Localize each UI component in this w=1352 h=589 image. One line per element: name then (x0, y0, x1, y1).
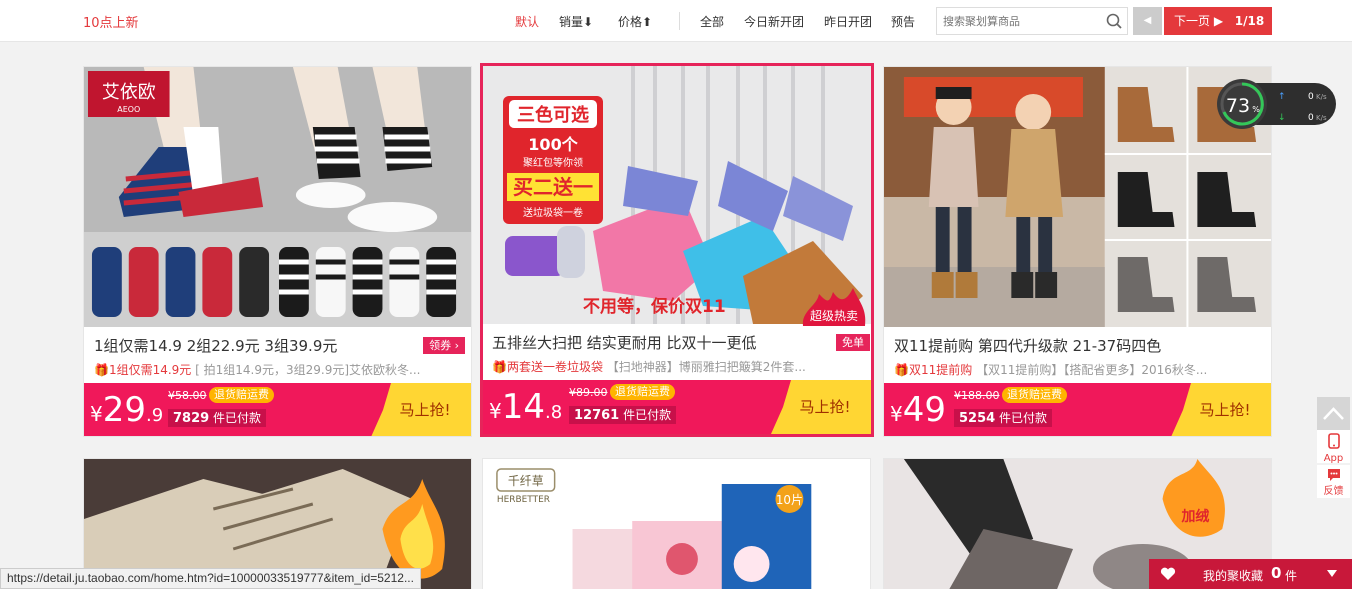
svg-text:0: 0 (1308, 92, 1314, 102)
prev-page-button[interactable]: ◀ (1133, 7, 1162, 35)
feedback-label: 反馈 (1323, 486, 1344, 497)
svg-text:送垃圾袋一卷: 送垃圾袋一卷 (523, 206, 583, 219)
original-price: ¥58.00 (168, 389, 207, 402)
favorites-count: 0 (1271, 564, 1282, 582)
gift-icon: 🎁 (94, 363, 109, 377)
svg-text:↓: ↓ (1278, 113, 1286, 123)
original-price: ¥89.00 (569, 386, 608, 399)
sort-default[interactable]: 默认 (515, 13, 539, 30)
chevron-down-icon[interactable] (1327, 570, 1337, 578)
brand-logo: 千纤草 (508, 474, 544, 488)
favorites-label: 我的聚收藏 (1203, 569, 1264, 583)
next-page-button[interactable]: 下一页 ▶ (1164, 7, 1227, 35)
price-bar: ¥49 ¥188.00 退货赔运费 5254 件已付款 马上抢! (884, 383, 1271, 436)
price: ¥14.8 (489, 387, 563, 427)
phone-icon (1327, 433, 1340, 449)
divider (679, 12, 680, 30)
price: ¥49 (890, 390, 946, 430)
search-input[interactable] (937, 8, 1097, 34)
heart-icon (1160, 567, 1176, 580)
product-card[interactable]: 艾依欧 AEOO 1组仅需14.9 2组22.9元 3组39.9元 领券 › 🎁… (83, 66, 472, 437)
back-to-top-button[interactable] (1317, 397, 1350, 430)
filter-all[interactable]: 全部 (700, 13, 724, 30)
svg-text:10片: 10片 (776, 493, 803, 507)
svg-text:100个: 100个 (528, 135, 578, 154)
search-icon[interactable] (1106, 13, 1122, 29)
product-title[interactable]: 五排丝大扫把 结实更耐用 比双十一更低 (492, 332, 757, 353)
svg-text:↑: ↑ (1278, 92, 1286, 102)
page-indicator: 1/18 (1227, 7, 1272, 35)
network-monitor[interactable]: 73 % ↑ ↓ 0 0 K/s K/s (1216, 78, 1336, 130)
return-badge: 退货赔运费 (610, 384, 675, 400)
svg-text:三色可选: 三色可选 (517, 104, 589, 126)
search-box (936, 7, 1128, 35)
product-card[interactable]: 三色可选 100个 聚红包等你领 买二送一 送垃圾袋一卷 不用等，保价双11 超… (480, 63, 874, 437)
product-card[interactable]: 千纤草 HERBETTER 10片 (482, 458, 871, 589)
svg-text:HERBETTER: HERBETTER (497, 495, 550, 505)
chat-icon (1327, 469, 1340, 481)
product-title[interactable]: 1组仅需14.9 2组22.9元 3组39.9元 (94, 335, 337, 356)
product-promo: 🎁两套送一卷垃圾袋 【扫地神器】博丽雅扫把簸箕2件套... (492, 360, 806, 374)
filter-today[interactable]: 今日新开团 (744, 13, 804, 30)
sort-price[interactable]: 价格⬆ (618, 13, 652, 30)
arrow-up-icon (1323, 407, 1344, 420)
brand-logo: 艾依欧 (102, 82, 156, 103)
hot-sale-badge: 超级热卖 (802, 288, 866, 326)
product-image[interactable] (884, 67, 1271, 327)
product-promo: 🎁1组仅需14.9元 [ 拍1组14.9元，3组29.9元]艾依欧秋冬... (94, 363, 421, 377)
brand-label[interactable]: 10点上新 (83, 12, 139, 31)
svg-text:AEOO: AEOO (117, 105, 140, 114)
app-button[interactable]: App (1317, 430, 1350, 464)
filter-preview[interactable]: 预告 (891, 13, 915, 30)
svg-text:加绒: 加绒 (1180, 508, 1209, 525)
coupon-tag[interactable]: 领券 › (423, 337, 465, 354)
original-price: ¥188.00 (954, 389, 1000, 402)
price: ¥29.9 (90, 390, 164, 430)
svg-text:买二送一: 买二送一 (513, 175, 593, 199)
gift-icon: 🎁 (492, 360, 507, 374)
svg-text:K/s: K/s (1316, 114, 1327, 122)
svg-text:K/s: K/s (1316, 93, 1327, 101)
svg-text:聚红包等你领: 聚红包等你领 (523, 156, 583, 169)
gift-icon: 🎁 (894, 363, 909, 377)
product-title[interactable]: 双11提前购 第四代升级款 21-37码四色 (894, 335, 1161, 356)
status-url: https://detail.ju.taobao.com/home.htm?id… (0, 568, 421, 589)
return-badge: 退货赔运费 (209, 387, 274, 403)
price-bar: ¥29.9 ¥58.00 退货赔运费 7829 件已付款 马上抢! (84, 383, 471, 436)
sold-count: 5254 件已付款 (954, 409, 1053, 427)
price-bar: ¥14.8 ¥89.00 退货赔运费 12761 件已付款 马上抢! (483, 380, 871, 434)
buy-button[interactable]: 马上抢! (771, 380, 871, 434)
product-promo: 🎁双11提前购 【双11提前购】【搭配省更多】2016秋冬... (894, 363, 1208, 377)
product-image[interactable]: 千纤草 HERBETTER 10片 (483, 459, 870, 589)
svg-text:%: % (1252, 105, 1260, 114)
return-badge: 退货赔运费 (1002, 387, 1067, 403)
top-bar: 10点上新 默认 销量⬇ 价格⬆ 全部 今日新开团 昨日开团 预告 ◀ 下一页 … (0, 0, 1352, 42)
feedback-button[interactable]: 反馈 (1317, 465, 1350, 498)
free-order-tag[interactable]: 免单 (836, 334, 870, 351)
svg-text:73: 73 (1226, 95, 1250, 117)
app-label: App (1323, 453, 1344, 464)
favorites-bar[interactable]: 我的聚收藏 0 件 (1149, 559, 1352, 589)
sort-sales[interactable]: 销量⬇ (559, 13, 593, 30)
filter-yesterday[interactable]: 昨日开团 (824, 13, 872, 30)
svg-text:不用等，保价双11: 不用等，保价双11 (583, 296, 726, 317)
buy-button[interactable]: 马上抢! (371, 383, 471, 436)
product-image[interactable]: 艾依欧 AEOO (84, 67, 471, 327)
product-card[interactable]: 双11提前购 第四代升级款 21-37码四色 🎁双11提前购 【双11提前购】【… (883, 66, 1272, 437)
buy-button[interactable]: 马上抢! (1171, 383, 1271, 436)
sold-count: 12761 件已付款 (569, 406, 677, 424)
svg-text:0: 0 (1308, 113, 1314, 123)
svg-text:超级热卖: 超级热卖 (810, 308, 858, 323)
sold-count: 7829 件已付款 (168, 409, 267, 427)
